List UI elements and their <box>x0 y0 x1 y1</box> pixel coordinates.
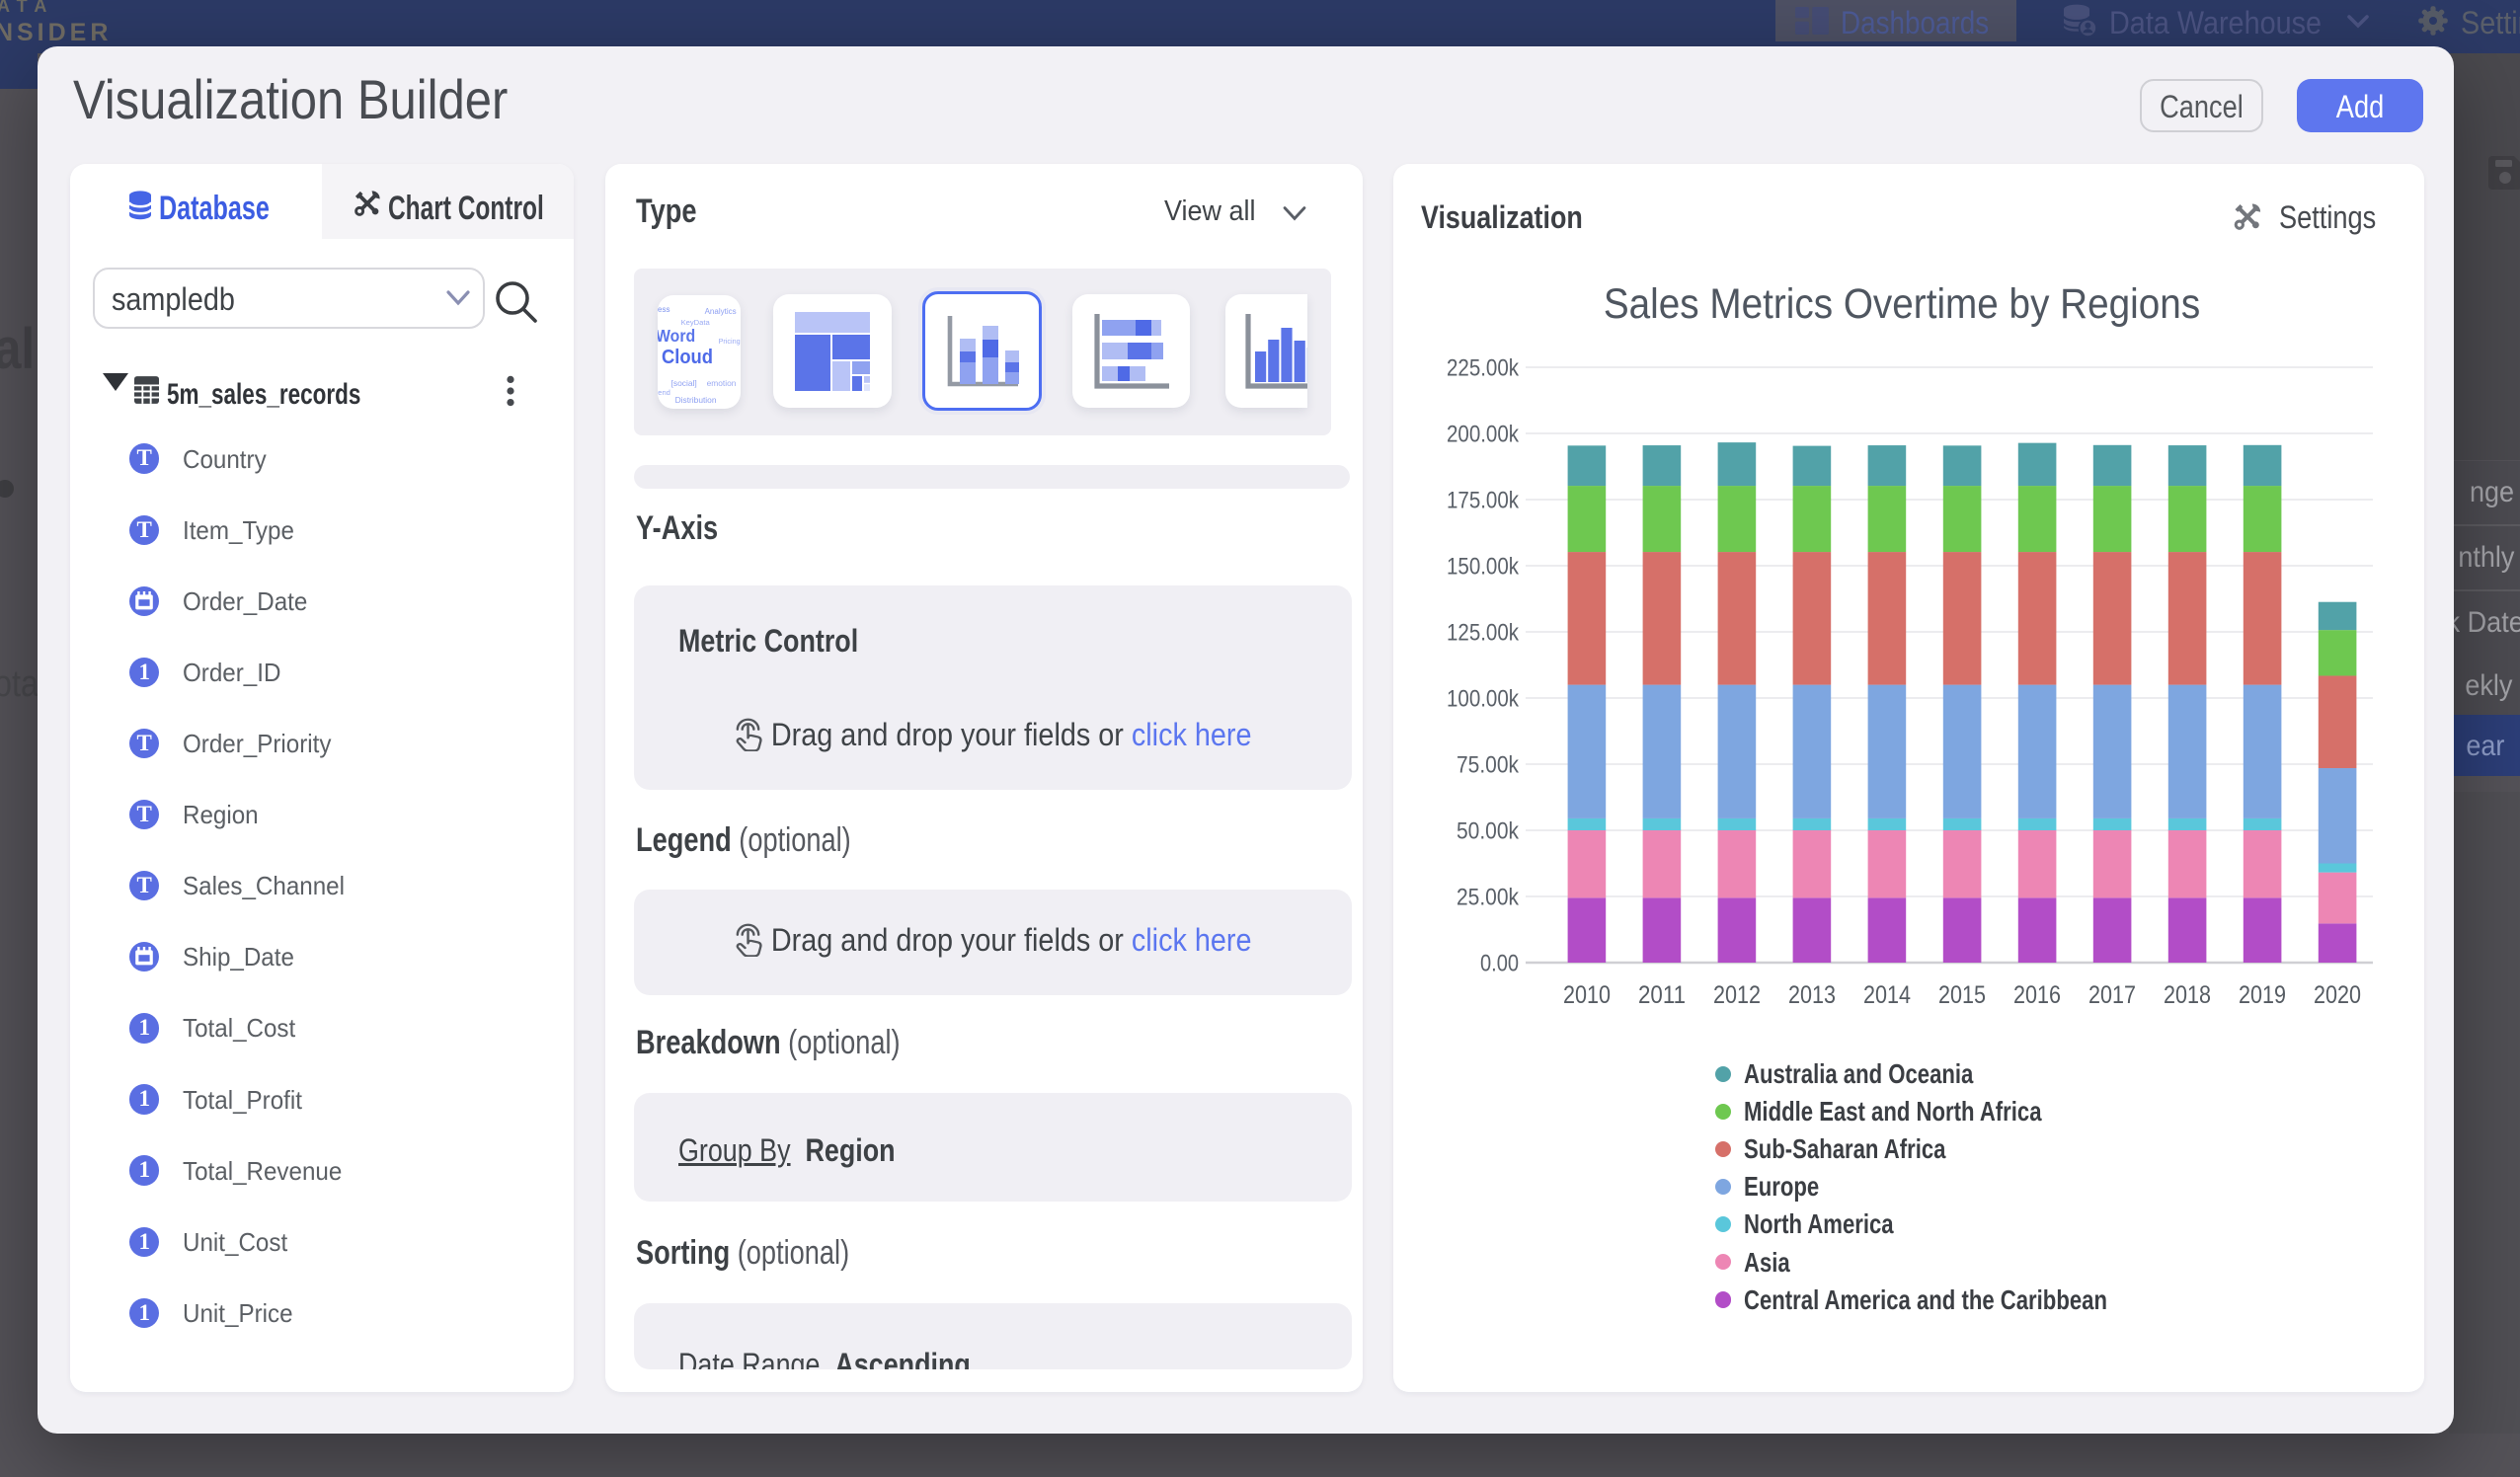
svg-text:100.00k: 100.00k <box>1447 685 1520 712</box>
svg-text:2015: 2015 <box>1938 981 1986 1009</box>
svg-text:0.00: 0.00 <box>1480 950 1519 976</box>
svg-text:2013: 2013 <box>1788 981 1836 1009</box>
svg-text:75.00k: 75.00k <box>1457 751 1520 778</box>
svg-text:150.00k: 150.00k <box>1447 553 1520 580</box>
svg-text:125.00k: 125.00k <box>1447 619 1520 646</box>
svg-text:2011: 2011 <box>1638 981 1686 1009</box>
svg-text:2014: 2014 <box>1863 981 1911 1009</box>
svg-text:175.00k: 175.00k <box>1447 487 1520 513</box>
svg-text:2012: 2012 <box>1713 981 1761 1009</box>
svg-text:200.00k: 200.00k <box>1447 421 1520 447</box>
svg-text:2010: 2010 <box>1563 981 1611 1009</box>
svg-text:2020: 2020 <box>2314 981 2361 1009</box>
svg-text:2018: 2018 <box>2164 981 2211 1009</box>
svg-text:50.00k: 50.00k <box>1457 817 1520 844</box>
svg-text:2016: 2016 <box>2013 981 2061 1009</box>
svg-text:225.00k: 225.00k <box>1447 354 1520 381</box>
svg-text:2017: 2017 <box>2088 981 2136 1009</box>
svg-text:2019: 2019 <box>2239 981 2286 1009</box>
svg-text:25.00k: 25.00k <box>1457 884 1520 910</box>
